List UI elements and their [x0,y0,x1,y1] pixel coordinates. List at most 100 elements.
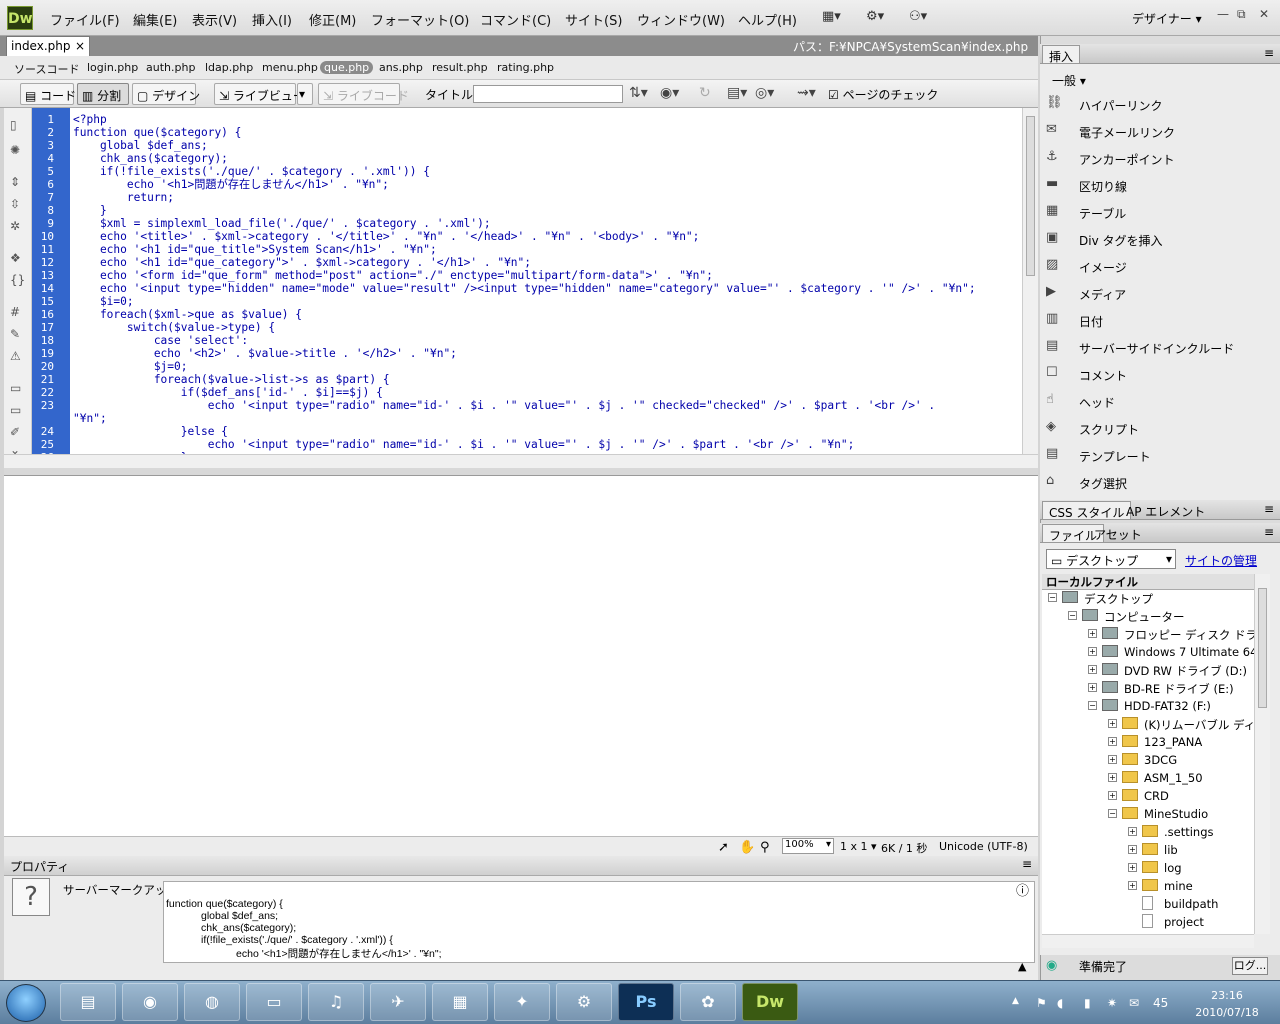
bluetooth-icon[interactable]: ✷ [1107,996,1117,1010]
start-button[interactable] [6,984,46,1022]
related-file-rating[interactable]: rating.php [497,61,554,74]
file-tree-row[interactable]: − コンピューター [1042,608,1254,626]
expand-all-icon[interactable]: ✲ [10,219,20,233]
code-view-button[interactable]: ▤ コード [20,83,76,105]
collapse-icon[interactable]: − [1048,593,1057,602]
title-input[interactable] [473,85,623,103]
hand-tool-icon[interactable]: ✋ [739,840,755,855]
taskbar-app-ps[interactable]: Ps [618,983,674,1021]
code-horizontal-scrollbar[interactable] [4,454,1038,468]
design-view-button[interactable]: ▢ デザイン [132,83,200,105]
open-documents-icon[interactable]: ▯ [10,118,17,132]
ap-elements-tab[interactable]: AP エレメント [1120,501,1211,519]
file-tree-hscroll[interactable] [1042,934,1254,948]
restore-icon[interactable]: ⧉ [1237,7,1246,22]
live-code-button[interactable]: ⇲ ライブコード [318,83,409,105]
tab-close-icon[interactable]: × [75,39,85,53]
file-tree-row[interactable]: + log [1042,860,1254,878]
message-icon[interactable]: ✉ [1129,996,1139,1010]
menu-help[interactable]: ヘルプ(H) [738,10,797,29]
file-tree-row[interactable]: + Windows 7 Ultimate 64bi [1042,644,1254,662]
menu-file[interactable]: ファイル(F) [50,10,120,29]
file-tree-row[interactable]: + CRD [1042,788,1254,806]
file-tree-scrollbar[interactable] [1254,574,1270,934]
file-tree-row[interactable]: − HDD-FAT32 (F:) [1042,698,1254,716]
panel-menu-icon[interactable]: ≡ [1022,857,1032,871]
expand-icon[interactable]: + [1088,647,1097,656]
explorer-icon[interactable]: ▤ [60,983,116,1021]
file-tree-row[interactable]: buildpath [1042,896,1254,914]
show-code-navigator-icon[interactable]: ✺ [10,143,20,157]
line-numbers-icon[interactable]: # [10,305,20,319]
code-scroll-thumb[interactable] [1026,116,1035,276]
related-file-ldap[interactable]: ldap.php [205,61,253,74]
sparkle-icon[interactable]: ✦ [494,983,550,1021]
select-parent-tag-icon[interactable]: ❖ [10,251,21,265]
apply-comment-icon[interactable]: ▭ [10,381,21,395]
network-icon[interactable]: ⚑ [1036,996,1047,1010]
tray-number[interactable]: 45 [1153,996,1168,1010]
menu-commands[interactable]: コマンド(C) [480,10,551,29]
video-icon[interactable]: ▦ [432,983,488,1021]
menu-view[interactable]: 表示(V) [192,10,237,29]
expand-icon[interactable]: + [1108,755,1117,764]
view-options-icon[interactable]: ▤▾ [727,85,747,101]
expand-icon[interactable]: + [1088,665,1097,674]
menu-modify[interactable]: 修正(M) [309,10,356,29]
firefox-icon[interactable]: ◉ [122,983,178,1021]
file-tree[interactable]: −デスクトップ−コンピューター+フロッピー ディスク ドライブ (+Window… [1042,590,1254,934]
expand-icon[interactable]: + [1108,737,1117,746]
check-page-button[interactable]: ☑ ページのチェック [828,86,938,103]
menu-window[interactable]: ウィンドウ(W) [637,10,725,29]
document-tab[interactable]: index.php × [6,36,90,56]
zoom-select[interactable]: 100% ▾ [782,838,834,854]
files-panel-menu-icon[interactable]: ≡ [1264,525,1274,539]
preview-browser-icon[interactable]: ◉▾ [660,85,679,101]
expand-icon[interactable]: + [1088,683,1097,692]
app-icon[interactable]: ✈ [370,983,426,1021]
picasa-icon[interactable]: ✿ [680,983,736,1021]
file-tree-row[interactable]: + .settings [1042,824,1254,842]
file-tree-row[interactable]: − MineStudio [1042,806,1254,824]
assets-tab[interactable]: アセット [1088,524,1148,542]
file-tree-row[interactable]: − デスクトップ [1042,590,1254,608]
zoom-tool-icon[interactable]: ⚲ [760,840,770,855]
expand-icon[interactable]: + [1128,863,1137,872]
expand-icon[interactable]: + [1128,845,1137,854]
related-file-menu[interactable]: menu.php [262,61,318,74]
menu-insert[interactable]: 挿入(I) [252,10,292,29]
related-file-result[interactable]: result.php [432,61,488,74]
file-tree-row[interactable]: + (K)リムーバブル ディス [1042,716,1254,734]
expand-icon[interactable]: + [1108,719,1117,728]
syntax-error-icon[interactable]: ⚠ [10,349,21,363]
menu-format[interactable]: フォーマット(O) [371,10,469,29]
wrap-tag-icon[interactable]: ✐ [10,425,20,439]
volume-icon[interactable]: ◖ [1057,996,1063,1010]
expand-icon[interactable]: + [1108,791,1117,800]
menu-edit[interactable]: 編集(E) [133,10,177,29]
live-view-button[interactable]: ⇲ ライブビュー [214,83,305,105]
clock[interactable]: 23:16 2010/07/18 [1192,987,1262,1021]
code-vertical-scrollbar[interactable] [1022,108,1038,454]
select-tool-icon[interactable]: ➚ [718,840,729,855]
expand-icon[interactable]: + [1128,827,1137,836]
related-file-ans[interactable]: ans.php [379,61,423,74]
balance-braces-icon[interactable]: {} [10,273,25,287]
expand-icon[interactable]: + [1128,881,1137,890]
refresh-icon[interactable]: ↻ [699,85,711,101]
split-divider[interactable] [4,468,1038,476]
log-button[interactable]: ログ... [1232,957,1268,975]
file-tree-row[interactable]: + DVD RW ドライブ (D:) [1042,662,1254,680]
related-file-login[interactable]: login.php [87,61,138,74]
validate-icon[interactable]: ⇝▾ [797,85,816,101]
layout-icon[interactable]: ▦▾ [822,9,841,24]
file-tree-row[interactable]: + ASM_1_50 [1042,770,1254,788]
file-tree-row[interactable]: + mine [1042,878,1254,896]
site-location-select[interactable]: ▭ デスクトップ ▾ [1046,549,1176,569]
window-size[interactable]: 1 x 1 ▾ [840,840,877,853]
visual-aids-icon[interactable]: ◎▾ [755,85,774,101]
file-tree-row[interactable]: +3DCG [1042,752,1254,770]
file-tree-row[interactable]: + BD-RE ドライブ (E:) [1042,680,1254,698]
related-file-que[interactable]: que.php [320,61,374,74]
insert-category-select[interactable]: 一般 ▾ [1052,72,1086,89]
